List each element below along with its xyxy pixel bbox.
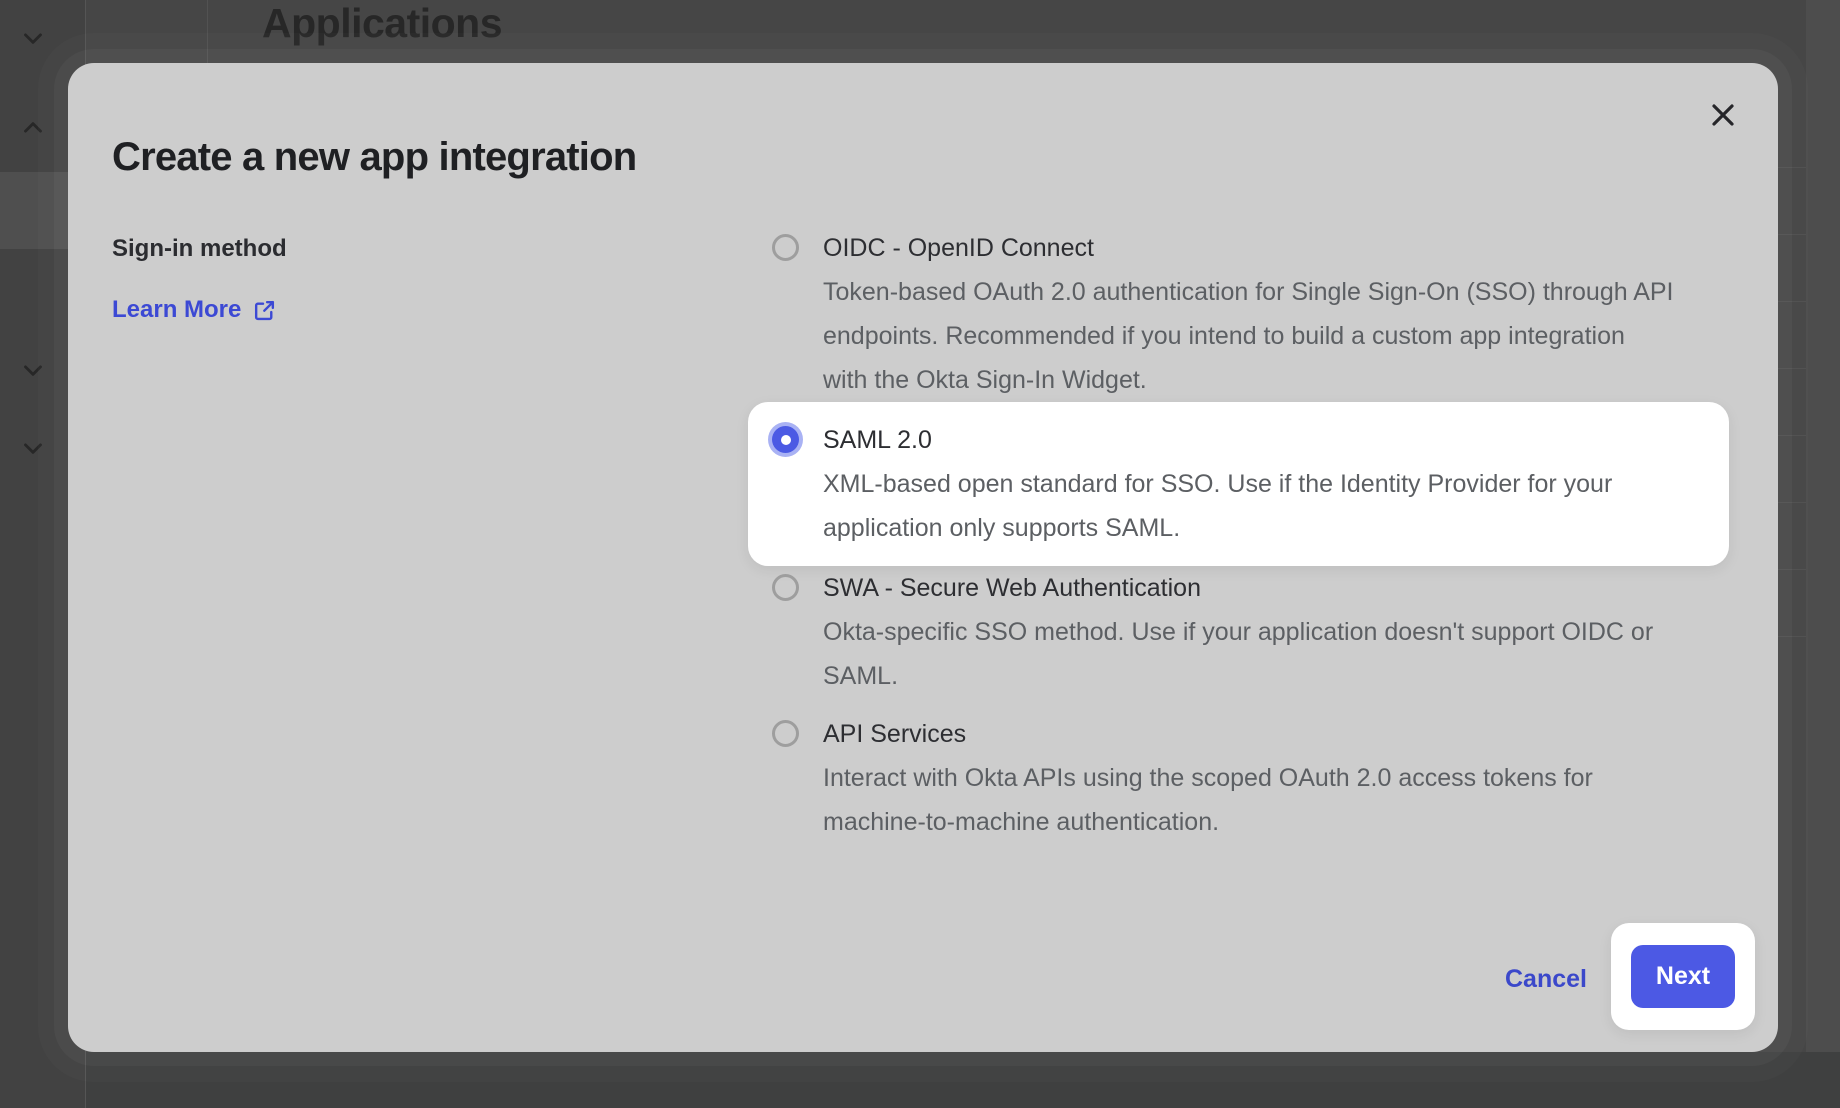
chevron-up-icon[interactable] (23, 119, 43, 135)
option-api-services-description: Interact with Okta APIs using the scoped… (823, 756, 1705, 844)
option-oidc[interactable]: OIDC - OpenID Connect Token-based OAuth … (748, 226, 1729, 402)
sign-in-method-label: Sign-in method (112, 234, 287, 264)
close-icon[interactable] (1704, 96, 1742, 134)
chevron-down-icon[interactable] (23, 363, 43, 379)
option-swa[interactable]: SWA - Secure Web Authentication Okta-spe… (748, 566, 1729, 698)
learn-more-link[interactable]: Learn More (112, 295, 277, 325)
option-saml[interactable]: SAML 2.0 XML-based open standard for SSO… (748, 402, 1729, 566)
chevron-down-icon[interactable] (23, 441, 43, 457)
page-title: Applications (262, 0, 502, 52)
option-swa-description: Okta-specific SSO method. Use if your ap… (823, 610, 1705, 698)
next-button-spotlight: Next (1611, 923, 1755, 1030)
option-saml-description: XML-based open standard for SSO. Use if … (823, 462, 1705, 550)
page-right-column (1806, 0, 1840, 1052)
option-oidc-label: OIDC - OpenID Connect (823, 226, 1705, 270)
next-button[interactable]: Next (1631, 945, 1735, 1008)
radio-oidc[interactable] (772, 234, 799, 261)
screen: Applications Create a new app integratio… (0, 0, 1840, 1108)
external-link-icon (252, 298, 277, 323)
nav-divider (207, 0, 208, 63)
page-table-row-lines (1778, 167, 1806, 647)
cancel-button[interactable]: Cancel (1505, 964, 1587, 995)
option-api-services[interactable]: API Services Interact with Okta APIs usi… (748, 712, 1729, 844)
sign-in-method-options: OIDC - OpenID Connect Token-based OAuth … (748, 226, 1729, 844)
create-app-integration-modal: Create a new app integration Sign-in met… (68, 63, 1778, 1052)
option-api-services-label: API Services (823, 712, 1705, 756)
page-bottom-edge (0, 1052, 1840, 1108)
option-oidc-description: Token-based OAuth 2.0 authentication for… (823, 270, 1705, 402)
option-saml-label: SAML 2.0 (823, 418, 1705, 462)
radio-api-services[interactable] (772, 720, 799, 747)
learn-more-label: Learn More (112, 295, 241, 325)
option-swa-label: SWA - Secure Web Authentication (823, 566, 1705, 610)
radio-swa[interactable] (772, 574, 799, 601)
modal-title: Create a new app integration (112, 133, 636, 181)
chevron-down-icon[interactable] (23, 31, 43, 47)
radio-saml[interactable] (772, 426, 799, 453)
